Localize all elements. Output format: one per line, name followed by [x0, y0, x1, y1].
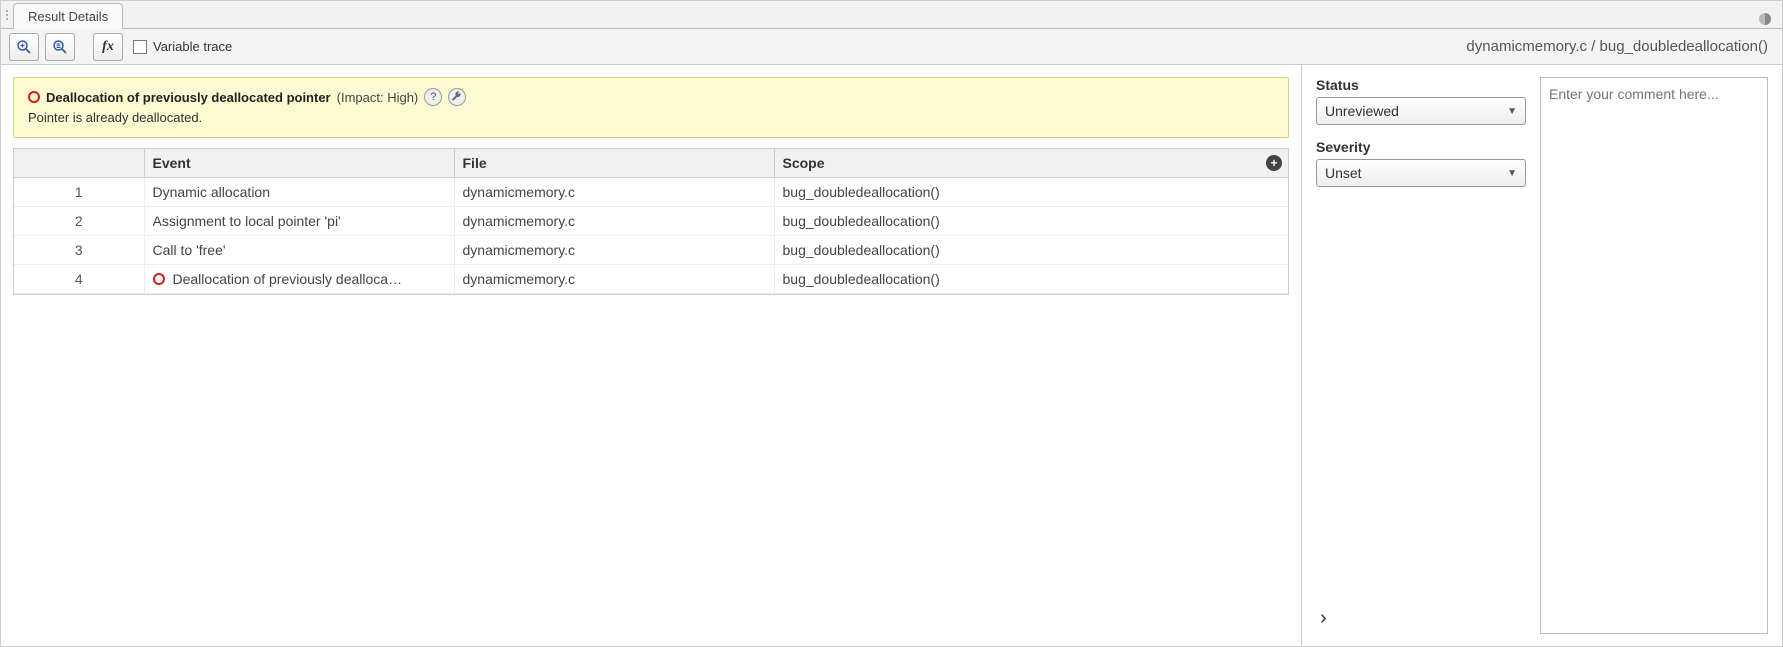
breadcrumb: dynamicmemory.c / bug_doubledeallocation… [1466, 38, 1774, 55]
zoom-list-button[interactable] [45, 33, 75, 61]
main-body: Deallocation of previously deallocated p… [1, 65, 1782, 646]
fx-button[interactable]: fx [93, 33, 123, 61]
col-header-num[interactable] [14, 149, 144, 178]
col-header-scope-label: Scope [783, 155, 825, 171]
col-header-event[interactable]: Event [144, 149, 454, 178]
right-pane: Status Unreviewed ▼ Severity Unset ▼ › [1302, 65, 1782, 646]
fx-label: fx [102, 39, 114, 55]
status-label: Status [1316, 77, 1526, 93]
events-table: Event File Scope + 1 Dynamic allocation dy… [14, 149, 1288, 294]
expand-button[interactable]: › [1316, 603, 1331, 634]
chevron-right-icon: › [1320, 607, 1327, 629]
chevron-down-icon: ▼ [1507, 168, 1517, 179]
issue-title: Deallocation of previously deallocated p… [46, 90, 331, 105]
status-value: Unreviewed [1325, 103, 1399, 119]
status-dropdown[interactable]: Unreviewed ▼ [1316, 97, 1526, 125]
row-event-text: Call to 'free' [153, 242, 226, 258]
variable-trace-label: Variable trace [153, 39, 232, 54]
breadcrumb-sep: / [1587, 38, 1600, 55]
minimize-icon [1758, 12, 1772, 26]
tab-result-details[interactable]: Result Details [13, 3, 123, 29]
severity-dropdown[interactable]: Unset ▼ [1316, 159, 1526, 187]
row-file: dynamicmemory.c [454, 207, 774, 236]
severity-value: Unset [1325, 165, 1362, 181]
row-scope: bug_doubledeallocation() [774, 207, 1288, 236]
issue-banner: Deallocation of previously deallocated p… [13, 77, 1289, 138]
row-number: 3 [14, 236, 144, 265]
tab-label: Result Details [28, 9, 108, 24]
review-controls: Status Unreviewed ▼ Severity Unset ▼ › [1316, 77, 1526, 634]
row-number: 4 [14, 265, 144, 294]
table-row[interactable]: 3 Call to 'free' dynamicmemory.cbug_double… [14, 236, 1288, 265]
events-table-wrap: Event File Scope + 1 Dynamic allocation dy… [13, 148, 1289, 295]
tab-grip-icon [1, 1, 9, 28]
row-event: Call to 'free' [144, 236, 454, 265]
row-event: Dynamic allocation [144, 178, 454, 207]
tab-bar: Result Details [1, 1, 1782, 29]
configure-button[interactable] [448, 88, 466, 106]
issue-severity-icon [28, 91, 40, 103]
help-icon: ? [430, 91, 436, 103]
row-number: 1 [14, 178, 144, 207]
checkbox-box-icon [133, 40, 147, 54]
table-row[interactable]: 1 Dynamic allocation dynamicmemory.cbug_do… [14, 178, 1288, 207]
chevron-down-icon: ▼ [1507, 106, 1517, 117]
issue-impact: (Impact: High) [337, 90, 419, 105]
table-row[interactable]: 2 Assignment to local pointer 'pi' dynamic… [14, 207, 1288, 236]
row-number: 2 [14, 207, 144, 236]
row-file: dynamicmemory.c [454, 236, 774, 265]
row-scope: bug_doubledeallocation() [774, 178, 1288, 207]
breadcrumb-file: dynamicmemory.c [1466, 38, 1587, 55]
col-header-scope[interactable]: Scope + [774, 149, 1288, 178]
row-event-text: Dynamic allocation [153, 184, 271, 200]
row-scope: bug_doubledeallocation() [774, 236, 1288, 265]
plus-icon: + [1270, 156, 1277, 170]
comment-column [1540, 77, 1768, 634]
add-column-button[interactable]: + [1266, 155, 1282, 171]
app-root: Result Details [0, 0, 1783, 647]
issue-severity-icon [153, 273, 165, 285]
row-file: dynamicmemory.c [454, 178, 774, 207]
minimize-button[interactable] [1756, 10, 1774, 28]
table-header-row: Event File Scope + [14, 149, 1288, 178]
variable-trace-checkbox[interactable]: Variable trace [133, 39, 232, 54]
breadcrumb-scope: bug_doubledeallocation() [1600, 38, 1768, 55]
severity-label: Severity [1316, 139, 1526, 155]
row-file: dynamicmemory.c [454, 265, 774, 294]
row-scope: bug_doubledeallocation() [774, 265, 1288, 294]
comment-input[interactable] [1540, 77, 1768, 634]
zoom-in-button[interactable] [9, 33, 39, 61]
issue-detail: Pointer is already deallocated. [28, 110, 1274, 125]
row-event: Assignment to local pointer 'pi' [144, 207, 454, 236]
help-button[interactable]: ? [424, 88, 442, 106]
toolbar: fx Variable trace dynamicmemory.c / bug_… [1, 29, 1782, 65]
table-row[interactable]: 4 Deallocation of previously dealloca… dyn… [14, 265, 1288, 294]
row-event-text: Deallocation of previously dealloca… [173, 271, 403, 287]
zoom-list-icon [52, 39, 68, 55]
left-pane: Deallocation of previously deallocated p… [1, 65, 1302, 646]
row-event: Deallocation of previously dealloca… [144, 265, 454, 294]
row-event-text: Assignment to local pointer 'pi' [153, 213, 341, 229]
col-header-file[interactable]: File [454, 149, 774, 178]
wrench-icon [451, 91, 463, 103]
zoom-in-icon [16, 39, 32, 55]
